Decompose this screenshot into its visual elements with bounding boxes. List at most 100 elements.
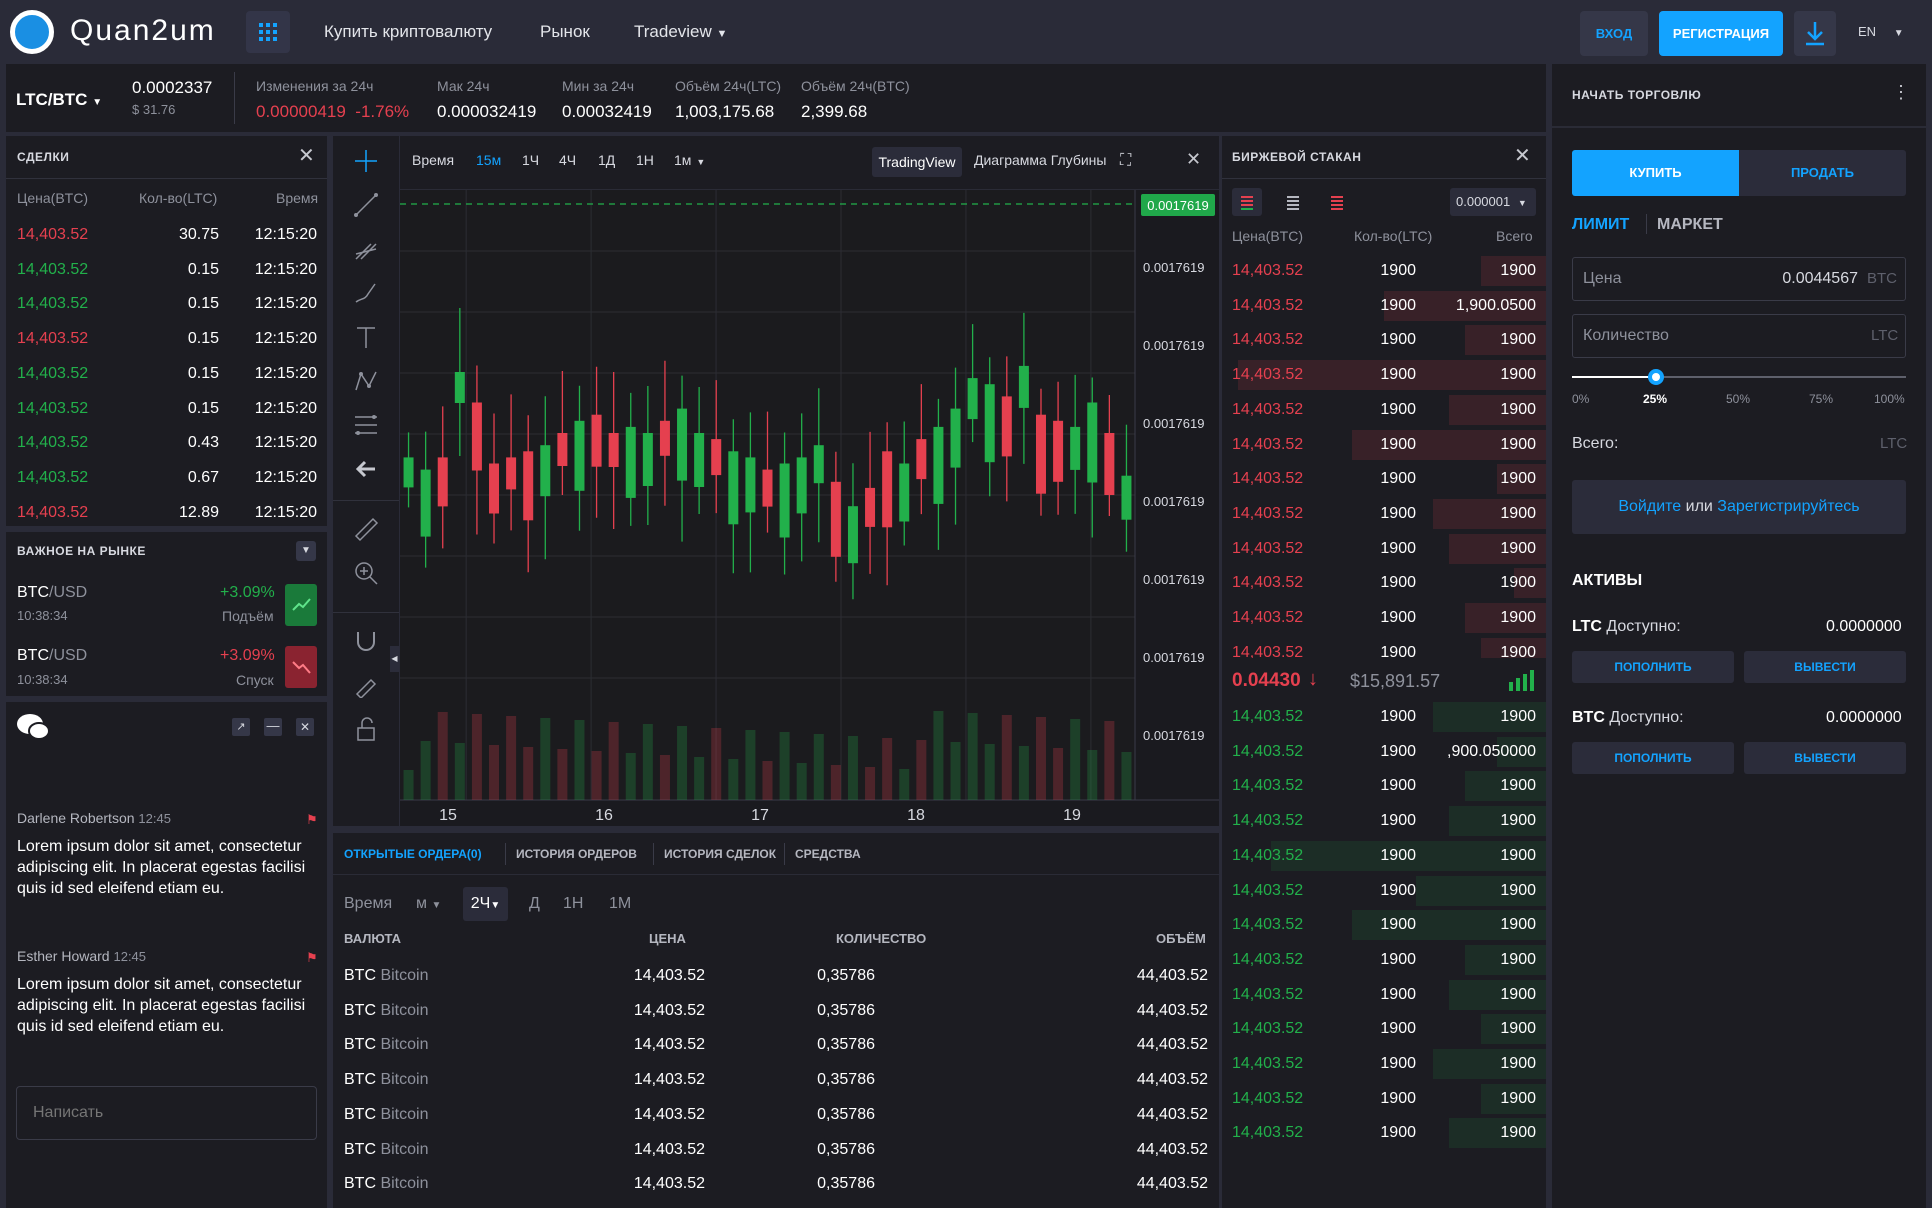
unlock-icon[interactable]	[353, 716, 379, 742]
book-bids-icon[interactable]	[1278, 188, 1308, 216]
minimize-icon[interactable]: —	[264, 718, 282, 736]
filter-minutes[interactable]: м ▼	[416, 895, 441, 913]
login-link[interactable]: Войдите	[1618, 498, 1681, 515]
timeframe-button[interactable]: 1м ▼	[674, 152, 705, 168]
slider-label[interactable]: 75%	[1809, 392, 1833, 406]
tradingview-tab[interactable]: TradingView	[872, 147, 962, 177]
tab-order-history[interactable]: ИСТОРИЯ ОРДЕРОВ	[506, 847, 637, 861]
chevron-down-icon[interactable]: ▼	[296, 541, 316, 561]
close-icon[interactable]: ✕	[298, 146, 315, 166]
orderbook-row[interactable]: 14,403.52 1900 1900	[1222, 462, 1546, 496]
timeframe-button[interactable]: 1Ч	[522, 152, 539, 168]
close-icon[interactable]: ✕	[296, 718, 314, 736]
price-field[interactable]: Цена 0.0044567 BTC	[1572, 257, 1906, 301]
orderbook-row[interactable]: 14,403.52 1900 1900	[1222, 978, 1546, 1012]
pair-selector[interactable]: LTC/BTC ▼	[16, 90, 102, 110]
depth-chart-tab[interactable]: Диаграмма Глубины	[974, 152, 1106, 168]
book-both-icon[interactable]	[1232, 188, 1262, 216]
market-tab[interactable]: МАРКЕТ	[1657, 216, 1723, 234]
filter-2h[interactable]: 2Ч▼	[463, 887, 508, 921]
order-row[interactable]: BTC Bitcoin 14,403.52 0,35786 44,403.52	[333, 1167, 1213, 1201]
withdraw-button[interactable]: ВЫВЕСТИ	[1744, 742, 1906, 774]
collapse-toolbar-icon[interactable]: ◀	[390, 646, 399, 672]
chat-input[interactable]	[16, 1086, 317, 1140]
orderbook-row[interactable]: 14,403.52 1900 1900	[1222, 839, 1546, 873]
market-item-pair[interactable]: BTC/USD	[17, 647, 87, 665]
zoom-in-icon[interactable]	[353, 560, 379, 586]
slider-label[interactable]: 100%	[1874, 392, 1905, 406]
deposit-button[interactable]: ПОПОЛНИТЬ	[1572, 742, 1734, 774]
orderbook-row[interactable]: 14,403.52 1900 ,900.050000	[1222, 735, 1546, 769]
orderbook-row[interactable]: 14,403.52 1900 1900	[1222, 393, 1546, 427]
sell-tab[interactable]: ПРОДАТЬ	[1739, 150, 1906, 196]
close-icon[interactable]: ✕	[1186, 150, 1201, 168]
timeframe-button[interactable]: 1Д	[598, 152, 615, 168]
language-select[interactable]: EN ▼	[1858, 24, 1904, 39]
orderbook-row[interactable]: 14,403.52 1900 1900	[1222, 769, 1546, 803]
trend-up-icon[interactable]	[285, 584, 317, 626]
amount-slider-track[interactable]	[1572, 369, 1906, 385]
ruler-icon[interactable]	[353, 516, 379, 542]
text-tool-icon[interactable]	[353, 324, 379, 350]
tab-funds[interactable]: СРЕДСТВА	[785, 847, 861, 861]
orderbook-row[interactable]: 14,403.52 1900 1,900.0500	[1222, 289, 1546, 323]
crosshair-icon[interactable]	[353, 148, 379, 174]
nav-tradeview[interactable]: Tradeview ▼	[634, 22, 727, 42]
trend-line-icon[interactable]	[353, 192, 379, 218]
login-button[interactable]: ВХОД	[1580, 11, 1648, 56]
precision-select[interactable]: 0.000001 ▼	[1450, 188, 1536, 216]
order-row[interactable]: BTC Bitcoin 14,403.52 0,35786 44,403.52	[333, 1098, 1213, 1132]
orderbook-row[interactable]: 14,403.52 1900 1900	[1222, 358, 1546, 392]
timeframe-button[interactable]: 1Н	[636, 152, 654, 168]
orderbook-row[interactable]: 14,403.52 1900 1900	[1222, 804, 1546, 838]
orderbook-row[interactable]: 14,403.52 1900 1900	[1222, 323, 1546, 357]
pitchfork-icon[interactable]	[353, 236, 379, 262]
slider-label[interactable]: 25%	[1643, 392, 1667, 406]
withdraw-button[interactable]: ВЫВЕСТИ	[1744, 651, 1906, 683]
orderbook-row[interactable]: 14,403.52 1900 1900	[1222, 1116, 1546, 1150]
orderbook-row[interactable]: 14,403.52 1900 1900	[1222, 566, 1546, 600]
candlestick-chart[interactable]: 0.0017619 0.0017619 0.0017619 0.0017619 0.00…	[400, 190, 1219, 826]
orderbook-row[interactable]: 14,403.52 1900 1900	[1222, 874, 1546, 908]
nav-buy-crypto[interactable]: Купить криптовалюту	[324, 22, 492, 42]
apps-grid-icon[interactable]	[246, 11, 290, 53]
timeframe-button[interactable]: 4Ч	[559, 152, 576, 168]
slider-label[interactable]: 50%	[1726, 392, 1750, 406]
price-value[interactable]: 0.0044567	[1778, 270, 1858, 288]
order-row[interactable]: BTC Bitcoin 14,403.52 0,35786 44,403.52	[333, 994, 1213, 1028]
nav-market[interactable]: Рынок	[540, 22, 590, 42]
magnet-icon[interactable]	[353, 628, 379, 654]
orderbook-row[interactable]: 14,403.52 1900 1900	[1222, 943, 1546, 977]
filter-day[interactable]: Д	[529, 895, 540, 913]
orderbook-row[interactable]: 14,403.52 1900 1900	[1222, 1012, 1546, 1046]
orderbook-row[interactable]: 14,403.52 1900 1900	[1222, 908, 1546, 942]
order-row[interactable]: BTC Bitcoin 14,403.52 0,35786 44,403.52	[333, 1063, 1213, 1097]
pattern-icon[interactable]	[353, 368, 379, 394]
lock-drawing-icon[interactable]	[353, 672, 379, 698]
flag-icon[interactable]: ⚑	[306, 812, 318, 828]
orderbook-row[interactable]: 14,403.52 1900 1900	[1222, 700, 1546, 734]
orderbook-row[interactable]: 14,403.52 1900 1900	[1222, 601, 1546, 635]
fibonacci-icon[interactable]	[353, 412, 379, 438]
buy-tab[interactable]: КУПИТЬ	[1572, 150, 1739, 196]
expand-icon[interactable]: ↗	[232, 718, 250, 736]
orderbook-row[interactable]: 14,403.52 1900 1900	[1222, 1082, 1546, 1116]
brush-icon[interactable]	[353, 280, 379, 306]
slider-label[interactable]: 0%	[1572, 392, 1589, 406]
orderbook-row[interactable]: 14,403.52 1900 1900	[1222, 1047, 1546, 1081]
register-button[interactable]: РЕГИСТРАЦИЯ	[1659, 11, 1783, 56]
limit-tab[interactable]: ЛИМИТ	[1572, 216, 1629, 234]
filter-week[interactable]: 1Н	[563, 895, 583, 913]
tab-open-orders[interactable]: ОТКРЫТЫЕ ОРДЕРА(0)	[344, 847, 482, 861]
flag-icon[interactable]: ⚑	[306, 950, 318, 966]
close-icon[interactable]: ✕	[1514, 146, 1531, 166]
trend-down-icon[interactable]	[285, 646, 317, 688]
filter-month[interactable]: 1М	[609, 895, 631, 913]
back-arrow-icon[interactable]	[353, 456, 379, 482]
logo-icon[interactable]	[10, 10, 54, 54]
timeframe-button[interactable]: 15м	[476, 152, 501, 168]
deposit-button[interactable]: ПОПОЛНИТЬ	[1572, 651, 1734, 683]
download-icon[interactable]	[1794, 11, 1836, 56]
quantity-field[interactable]: Количество LTC	[1572, 314, 1906, 358]
logo-text[interactable]: Quan2um	[70, 14, 216, 48]
